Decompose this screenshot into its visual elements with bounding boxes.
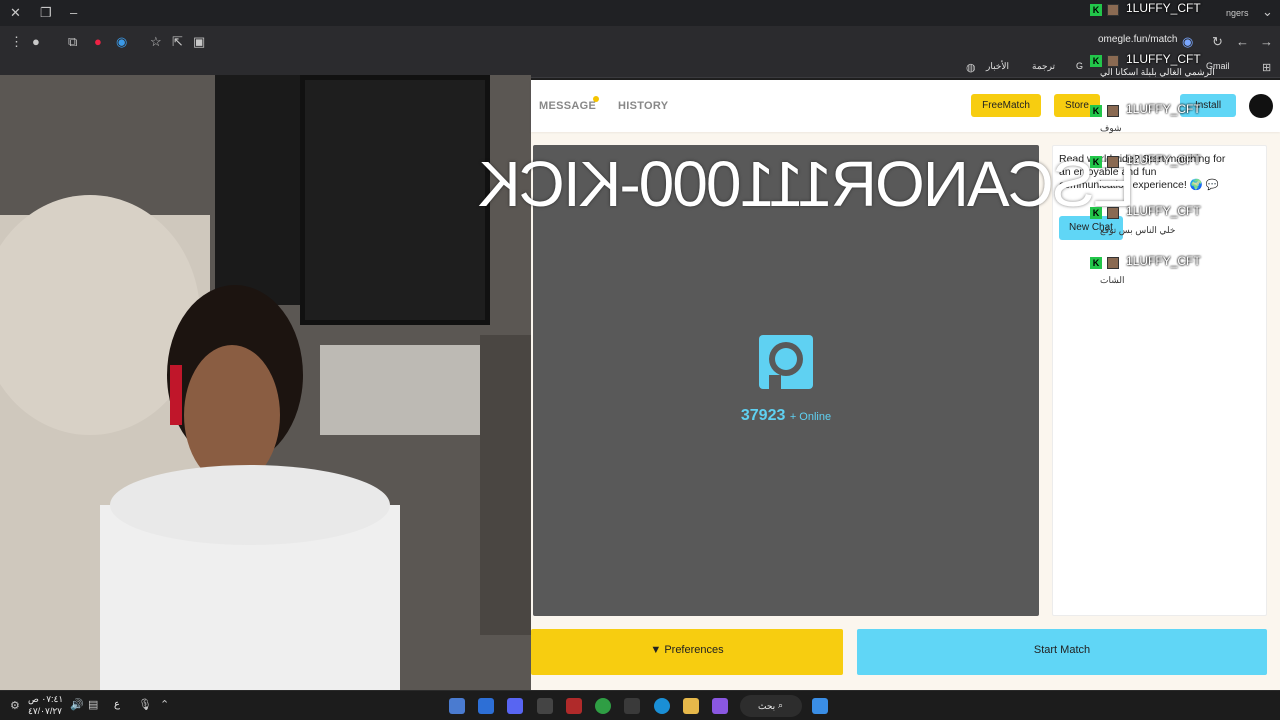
chat-username: 1LUFFY_CFT — [1126, 153, 1201, 167]
network-icon[interactable]: ▤ — [88, 697, 98, 713]
chat-message: شوف — [1100, 123, 1122, 133]
extension-badge-icon[interactable]: ● — [94, 34, 102, 50]
kick-badge-icon: K — [1090, 4, 1102, 16]
extensions-icon[interactable]: ⧉ — [68, 34, 77, 50]
capture-app-icon[interactable] — [566, 698, 582, 714]
kick-badge-icon: K — [1090, 105, 1102, 117]
preferences-label-row: ▼ Preferences — [531, 644, 843, 656]
site-info-icon[interactable]: ◉ — [1182, 34, 1193, 50]
microphone-icon[interactable]: 🎙 — [138, 697, 152, 713]
preferences-label: Preferences — [664, 644, 724, 656]
kick-badge-icon: K — [1090, 257, 1102, 269]
forward-icon[interactable]: → — [1260, 34, 1273, 50]
obs-icon[interactable] — [537, 698, 553, 714]
chat-message: خلي الناس بس توقع — [1100, 225, 1176, 235]
browser-tab-strip: ✕ ❐ – ngers ⌄ — [0, 0, 1280, 26]
address-bar-url[interactable]: omegle.fun/match — [1098, 34, 1178, 45]
globe-icon[interactable]: ◍ — [966, 60, 976, 76]
copilot-icon[interactable] — [712, 698, 728, 714]
search-label: بحث — [758, 701, 776, 711]
online-count: 37923 — [740, 407, 786, 424]
kick-badge-icon: K — [1090, 156, 1102, 168]
input-language[interactable]: ع — [114, 699, 120, 710]
notification-icon[interactable]: ⚙ — [10, 698, 20, 714]
app-icon-blue[interactable] — [478, 698, 494, 714]
bookmark-star-icon[interactable]: ☆ — [150, 34, 162, 50]
user-avatar-icon — [1107, 207, 1119, 219]
user-avatar-icon — [1107, 4, 1119, 16]
start-match-label: Start Match — [1033, 644, 1091, 656]
nav-message[interactable]: MESSAGE — [539, 100, 596, 112]
taskbar-search[interactable]: بحث ⌕ — [740, 695, 802, 717]
cast-icon[interactable]: ▣ — [193, 34, 205, 50]
bookmark-g[interactable]: G — [1076, 61, 1083, 71]
tray-chevron-icon[interactable]: ⌃ — [160, 697, 169, 713]
search-icon: ⌕ — [778, 700, 784, 710]
reload-icon[interactable]: ↻ — [1212, 34, 1223, 50]
windows-taskbar: ٠٧:٤١ ص ٤٧/٠٧/٢٧ ⚙ 🔊 ▤ ع 🎙 ⌃ بحث ⌕ — [0, 690, 1280, 720]
online-label: + Online — [789, 411, 832, 423]
chat-username: 1LUFFY_CFT — [1126, 102, 1201, 116]
user-avatar-icon — [1107, 55, 1119, 67]
bookmark-news[interactable]: الأخبار — [986, 61, 1009, 72]
chat-username: 1LUFFY_CFT — [1126, 254, 1201, 268]
filter-icon: ▼ — [650, 644, 662, 656]
minimize-window-icon[interactable]: – — [70, 5, 77, 21]
kick-badge-icon: K — [1090, 207, 1102, 219]
edge-icon[interactable] — [654, 698, 670, 714]
browser-toolbar: ⋮ ● ⧉ ● ◉ ☆ ⇱ ▣ omegle.fun/match ◉ ↻ ← → — [0, 26, 1280, 58]
volume-icon[interactable]: 🔊 — [70, 697, 84, 713]
message-notification-dot — [593, 96, 599, 102]
nav-history[interactable]: HISTORY — [618, 100, 668, 112]
discord-icon[interactable] — [507, 698, 523, 714]
chat-message: الشات — [1100, 275, 1125, 285]
user-avatar-icon — [1107, 105, 1119, 117]
omegle-logo-icon — [759, 335, 813, 389]
user-avatar-icon — [1107, 257, 1119, 269]
menu-kebab-icon[interactable]: ⋮ — [10, 34, 23, 50]
chat-username: 1LUFFY_CFT — [1126, 1, 1201, 15]
user-avatar-icon — [1107, 156, 1119, 168]
kick-badge-icon: K — [1090, 55, 1102, 67]
streamer-camera-image — [0, 75, 531, 695]
start-windows-icon[interactable] — [812, 698, 828, 714]
clock-date[interactable]: ٤٧/٠٧/٢٧ — [28, 706, 62, 717]
back-icon[interactable]: ← — [1236, 34, 1249, 50]
share-icon[interactable]: ⇱ — [172, 34, 183, 50]
file-explorer-icon[interactable] — [683, 698, 699, 714]
preferences-button[interactable]: ▼ Preferences — [531, 629, 843, 675]
webcam-feed — [0, 75, 531, 695]
restore-window-icon[interactable]: ❐ — [40, 5, 52, 21]
chrome-icon[interactable] — [595, 698, 611, 714]
online-counter: 37923 + Online — [533, 407, 1039, 425]
extension-shield-icon[interactable]: ◉ — [116, 34, 127, 50]
settings-app-icon[interactable] — [449, 698, 465, 714]
bookmark-translate[interactable]: ترجمة — [1032, 61, 1055, 72]
clock-time[interactable]: ٠٧:٤١ ص — [28, 694, 63, 705]
profile-icon[interactable]: ● — [32, 34, 40, 50]
chat-username: 1LUFFY_CFT — [1126, 204, 1201, 218]
mirrored-overlay-text: ESCANOR111000-KICK — [480, 148, 1136, 220]
apps-grid-icon[interactable]: ⊞ — [1262, 60, 1271, 76]
user-avatar[interactable] — [1249, 94, 1273, 118]
tab-title-partial[interactable]: ngers — [1226, 5, 1249, 21]
tab-search-icon[interactable]: ⌄ — [1262, 4, 1273, 20]
chat-message: الرشمي الغالي بلبلة اسكانا الي — [1100, 67, 1215, 77]
store-app-icon[interactable] — [624, 698, 640, 714]
chat-username: 1LUFFY_CFT — [1126, 52, 1201, 66]
freematch-button[interactable]: FreeMatch — [971, 94, 1041, 117]
start-match-button[interactable]: Start Match — [857, 629, 1267, 675]
close-window-icon[interactable]: ✕ — [10, 5, 21, 21]
